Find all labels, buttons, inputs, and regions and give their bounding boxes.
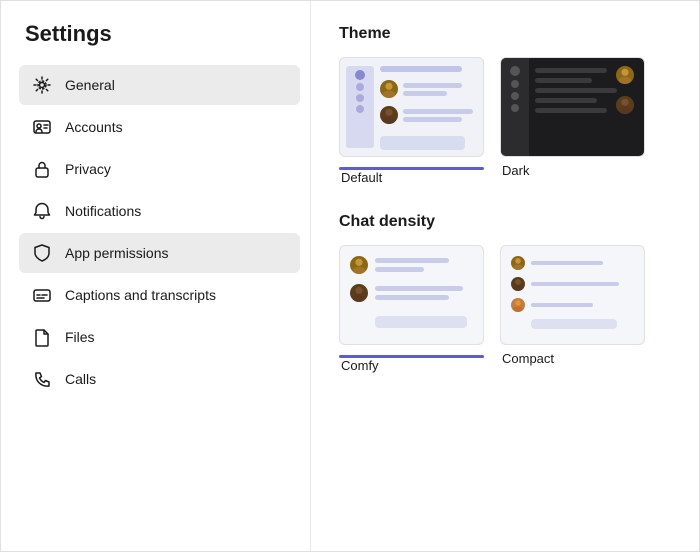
- sidebar-item-calls[interactable]: Calls: [19, 359, 300, 399]
- density-preview-comfy: [339, 245, 484, 345]
- theme-section: Theme: [339, 25, 675, 185]
- accounts-icon: [31, 116, 53, 138]
- density-section: Chat density: [339, 213, 675, 373]
- density-card-comfy[interactable]: Comfy: [339, 245, 484, 373]
- shield-icon: [31, 242, 53, 264]
- dark-avatars: [616, 66, 634, 114]
- sidebar: Settings General: [1, 1, 311, 551]
- density-options: Comfy: [339, 245, 675, 373]
- sidebar-item-files[interactable]: Files: [19, 317, 300, 357]
- theme-card-dark[interactable]: Dark: [500, 57, 645, 185]
- theme-section-title: Theme: [339, 25, 675, 43]
- captions-icon: [31, 284, 53, 306]
- theme-dark-label: Dark: [500, 163, 529, 178]
- file-icon: [31, 326, 53, 348]
- phone-icon: [31, 368, 53, 390]
- sidebar-item-notifications[interactable]: Notifications: [19, 191, 300, 231]
- density-compact-label: Compact: [500, 351, 554, 366]
- density-card-compact[interactable]: Compact: [500, 245, 645, 373]
- sidebar-label-calls: Calls: [65, 371, 96, 387]
- sidebar-label-general: General: [65, 77, 115, 93]
- sidebar-label-notifications: Notifications: [65, 203, 141, 219]
- lock-icon: [31, 158, 53, 180]
- gear-icon: [31, 74, 53, 96]
- sidebar-label-accounts: Accounts: [65, 119, 123, 135]
- sidebar-label-privacy: Privacy: [65, 161, 111, 177]
- theme-default-label: Default: [339, 170, 382, 185]
- dark-sidebar: [501, 58, 529, 156]
- sidebar-label-files: Files: [65, 329, 95, 345]
- theme-preview-dark: [500, 57, 645, 157]
- sidebar-label-app-permissions: App permissions: [65, 245, 169, 261]
- density-preview-compact: [500, 245, 645, 345]
- sidebar-item-accounts[interactable]: Accounts: [19, 107, 300, 147]
- theme-options: Default: [339, 57, 675, 185]
- density-comfy-label: Comfy: [339, 358, 379, 373]
- theme-preview-default: [339, 57, 484, 157]
- density-section-title: Chat density: [339, 213, 675, 231]
- sidebar-label-captions: Captions and transcripts: [65, 287, 216, 303]
- settings-title: Settings: [19, 21, 300, 47]
- sidebar-item-privacy[interactable]: Privacy: [19, 149, 300, 189]
- main-content: Theme: [311, 1, 699, 551]
- sidebar-item-app-permissions[interactable]: App permissions: [19, 233, 300, 273]
- theme-card-default[interactable]: Default: [339, 57, 484, 185]
- bell-icon: [31, 200, 53, 222]
- sidebar-item-captions[interactable]: Captions and transcripts: [19, 275, 300, 315]
- sidebar-item-general[interactable]: General: [19, 65, 300, 105]
